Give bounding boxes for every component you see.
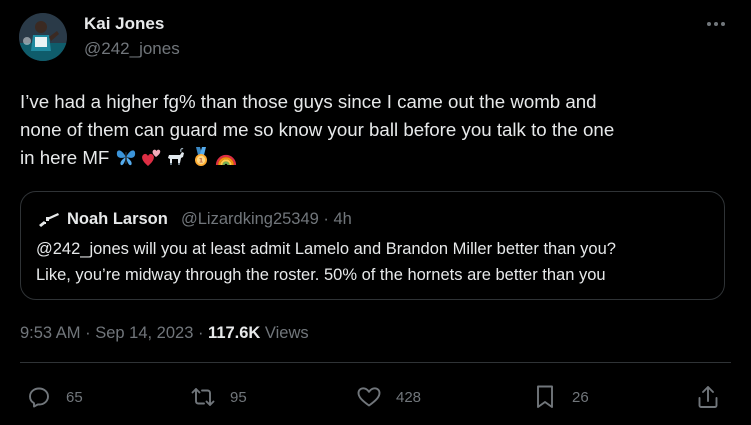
retweet-icon — [190, 384, 216, 410]
tweet-text: I’ve had a higher fg% than those guys si… — [20, 88, 732, 172]
tweet-text-line: in here MF 1 — [20, 144, 732, 172]
quoted-text-line: @242_jones will you at least admit Lamel… — [36, 240, 616, 258]
quoted-author-name: Noah Larson — [67, 210, 168, 228]
author-avatar[interactable] — [19, 13, 67, 61]
heart-icon — [356, 384, 382, 410]
retweet-button[interactable]: 95 — [190, 383, 247, 411]
more-options-icon[interactable] — [702, 14, 730, 34]
rainbow-icon — [215, 146, 237, 168]
tweet-timestamp[interactable]: 9:53 AM · Sep 14, 2023 · — [20, 324, 208, 342]
author-handle[interactable]: @242_jones — [84, 39, 180, 59]
quoted-tweet[interactable]: Noah Larson @Lizardking25349 · 4h @242_j… — [20, 191, 725, 300]
tweet-text-line: none of them can guard me so know your b… — [20, 119, 615, 140]
bookmark-count: 26 — [572, 388, 589, 406]
quoted-author-avatar — [36, 209, 62, 231]
two-hearts-icon — [140, 146, 162, 168]
reply-icon — [26, 384, 52, 410]
emoji-row: 1 — [115, 146, 237, 168]
quoted-author-meta: @Lizardking25349 · 4h — [181, 210, 352, 228]
goat-icon — [165, 146, 187, 168]
medal-icon: 1 — [190, 146, 212, 168]
author-name[interactable]: Kai Jones — [84, 14, 164, 34]
quoted-tweet-text: @242_jones will you at least admit Lamel… — [36, 236, 726, 288]
butterfly-icon — [115, 146, 137, 168]
reply-count: 65 — [66, 388, 83, 406]
tweet-text-line-end: in here MF — [20, 147, 110, 168]
views-label: Views — [260, 324, 309, 342]
quoted-text-line: Like, you’re midway through the roster. … — [36, 266, 606, 284]
tweet-text-line: I’ve had a higher fg% than those guys si… — [20, 91, 597, 112]
bookmark-button[interactable]: 26 — [532, 383, 589, 411]
bookmark-icon — [532, 384, 558, 410]
tweet-meta: 9:53 AM · Sep 14, 2023 · 117.6K Views — [20, 324, 309, 343]
divider — [20, 362, 731, 363]
reply-button[interactable]: 65 — [26, 383, 83, 411]
like-count: 428 — [396, 388, 422, 406]
retweet-count: 95 — [230, 388, 247, 406]
svg-text:1: 1 — [199, 157, 204, 165]
views-count: 117.6K — [208, 324, 261, 342]
share-icon — [695, 384, 721, 410]
share-button[interactable] — [695, 383, 721, 411]
like-button[interactable]: 428 — [356, 383, 421, 411]
